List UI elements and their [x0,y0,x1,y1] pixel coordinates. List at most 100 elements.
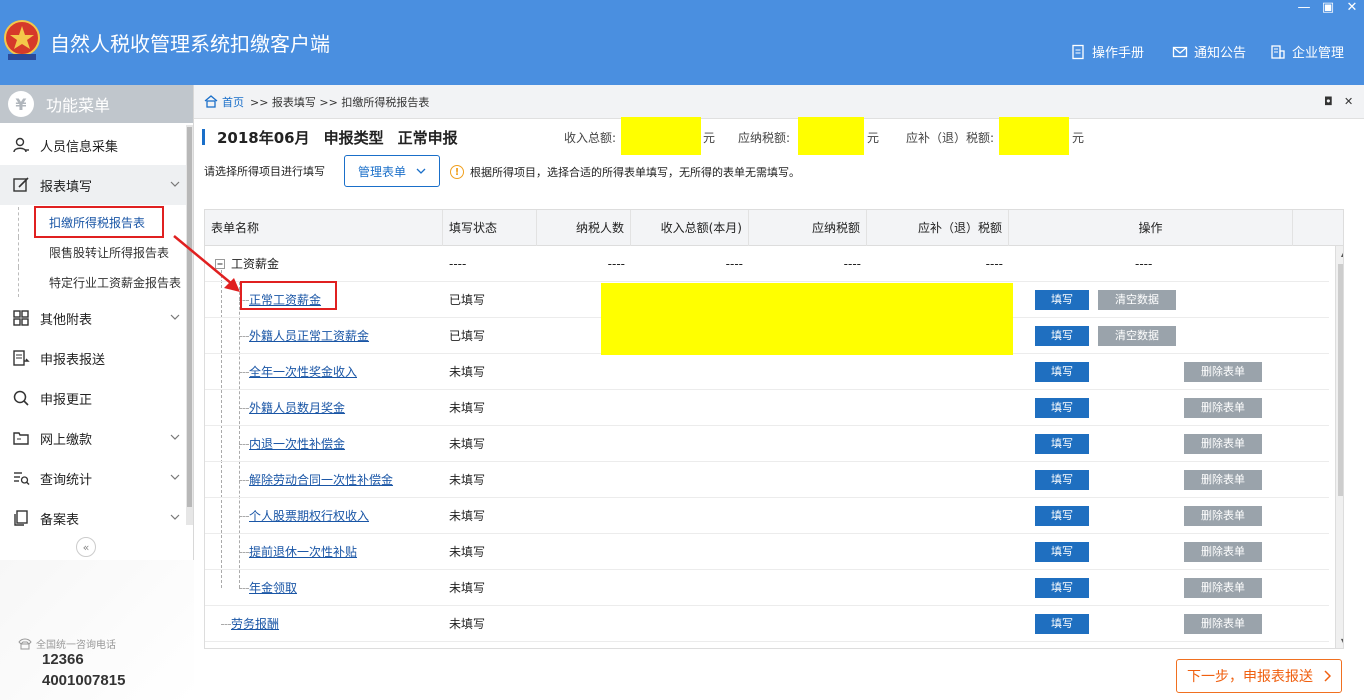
manual-link[interactable]: 操作手册 [1070,42,1144,61]
table-row[interactable]: 提前退休一次性补贴 未填写 填写 删除表单 [205,534,1329,570]
group-income: ---- [725,257,743,271]
notice-link[interactable]: 通知公告 [1172,42,1246,61]
col-header-actions: 操作 [1009,210,1293,246]
form-name-link[interactable]: 提前退休一次性补贴 [249,534,357,570]
sidebar-item-query-stats[interactable]: 查询统计 [0,458,186,498]
maximize-panel-icon[interactable]: ◘ [1324,95,1333,108]
table-row[interactable]: 年金领取 未填写 填写 删除表单 [205,570,1329,606]
table-row[interactable]: 解除劳动合同一次性补偿金 未填写 填写 删除表单 [205,462,1329,498]
chevron-down-icon [170,314,180,320]
sidebar-item-label: 申报表报送 [40,352,106,368]
fill-button[interactable]: 填写 [1035,326,1089,346]
refund-unit: 元 [1072,131,1085,145]
delete-form-button[interactable]: 删除表单 [1184,578,1262,598]
clear-data-button[interactable]: 清空数据 [1098,326,1176,346]
submit-document-icon [13,350,30,366]
table-group-row[interactable]: 工资薪金 ---- ---- ---- ---- ---- ---- [205,246,1329,282]
manual-link-label: 操作手册 [1092,46,1145,61]
chevron-right-icon [1324,670,1331,682]
sidebar-item-label: 网上缴款 [40,432,93,448]
list-search-icon [14,472,30,485]
form-name-link[interactable]: 劳务报酬 [231,606,279,642]
fill-button[interactable]: 填写 [1035,434,1089,454]
group-tax-refund: ---- [985,257,1003,271]
fill-button[interactable]: 填写 [1035,398,1089,418]
table-row[interactable]: 外籍人员数月奖金 未填写 填写 删除表单 [205,390,1329,426]
fill-button[interactable]: 填写 [1035,614,1089,634]
table-scroll-thumb[interactable] [1338,264,1343,496]
title-accent-bar [202,129,205,145]
delete-form-button[interactable]: 删除表单 [1184,434,1262,454]
form-name-link[interactable]: 年金领取 [249,570,297,606]
delete-form-button[interactable]: 删除表单 [1184,506,1262,526]
tree-connector [221,624,231,625]
tip-message: ! 根据所得项目，选择合适的所得表单填写，无所得的表单无需填写。 [450,164,800,180]
scroll-down-icon[interactable]: ▼ [1336,634,1343,648]
fill-status: 已填写 [449,329,486,343]
breadcrumb-path: >> 报表填写 >> 扣缴所得税报告表 [250,95,430,109]
table-row[interactable]: 个人股票期权行权收入 未填写 填写 删除表单 [205,498,1329,534]
delete-form-button[interactable]: 删除表单 [1184,470,1262,490]
table-row[interactable]: 劳务报酬 未填写 填写 删除表单 [205,606,1329,642]
fill-status: 未填写 [449,509,486,523]
close-panel-icon[interactable]: ✕ [1344,95,1353,108]
sidebar-item-report-fill[interactable]: 报表填写 [0,165,186,205]
phone-icon [18,638,32,649]
sidebar-item-submit[interactable]: 申报表报送 [0,338,186,378]
manage-forms-label: 管理表单 [357,164,406,179]
col-header-income: 收入总额(本月) [631,210,749,246]
table-scrollbar[interactable]: ▲ ▼ [1335,246,1343,648]
breadcrumb-home-link[interactable]: 首页 [222,94,244,110]
form-name-link[interactable]: 外籍人员正常工资薪金 [249,318,369,354]
next-submit-button[interactable]: 下一步，申报表报送 [1176,659,1342,693]
mail-icon [1172,46,1188,57]
manage-forms-button[interactable]: 管理表单 [344,155,440,187]
form-name-link[interactable]: 外籍人员数月奖金 [249,390,345,426]
fill-status: 未填写 [449,545,486,559]
fill-button[interactable]: 填写 [1035,578,1089,598]
chevron-down-icon [170,434,180,440]
chevron-down-icon [170,474,180,480]
copy-icon [14,510,28,526]
form-name-link[interactable]: 内退一次性补偿金 [249,426,345,462]
group-status: ---- [449,257,467,271]
annotation-box-sidebar [34,206,164,238]
clear-data-button[interactable]: 清空数据 [1098,290,1176,310]
collapse-sidebar-button[interactable]: « [76,537,96,557]
income-total-label: 收入总额: [564,131,617,145]
chevron-down-icon [416,168,426,174]
delete-form-button[interactable]: 删除表单 [1184,362,1262,382]
minimize-button[interactable]: — [1294,0,1314,15]
sidebar-scroll-thumb[interactable] [187,127,192,507]
delete-form-button[interactable]: 删除表单 [1184,542,1262,562]
fill-button[interactable]: 填写 [1035,470,1089,490]
report-type-value: 正常申报 [397,128,458,147]
sidebar-item-online-payment[interactable]: 网上缴款 [0,418,186,458]
tree-connector [239,516,249,517]
scroll-up-icon[interactable]: ▲ [1336,246,1343,262]
form-name-link[interactable]: 解除劳动合同一次性补偿金 [249,462,393,498]
fill-button[interactable]: 填写 [1035,506,1089,526]
table-row[interactable]: 全年一次性奖金收入 未填写 填写 删除表单 [205,354,1329,390]
sidebar-item-correction[interactable]: 申报更正 [0,378,186,418]
sidebar-item-filing[interactable]: 备案表 [0,498,186,538]
amounts-redacted [601,283,1013,355]
table-row[interactable]: 内退一次性补偿金 未填写 填写 删除表单 [205,426,1329,462]
company-link[interactable]: 企业管理 [1270,42,1344,61]
fill-button[interactable]: 填写 [1035,290,1089,310]
close-icon[interactable]: ✕ [1342,0,1362,15]
sidebar-item-other-attachments[interactable]: 其他附表 [0,298,186,338]
tax-refund-label: 应补（退）税额: [906,131,995,145]
restore-icon[interactable]: ▣ [1318,0,1338,15]
delete-form-button[interactable]: 删除表单 [1184,614,1262,634]
delete-form-button[interactable]: 删除表单 [1184,398,1262,418]
breadcrumb: 首页 >> 报表填写 >> 扣缴所得税报告表 [194,85,1364,119]
fill-button[interactable]: 填写 [1035,542,1089,562]
fill-button[interactable]: 填写 [1035,362,1089,382]
sidebar-item-personnel[interactable]: 人员信息采集 [0,125,186,165]
chevron-down-icon [170,514,180,520]
hotline-number-primary: 12366 [42,651,84,668]
form-name-link[interactable]: 全年一次性奖金收入 [249,354,357,390]
form-name-link[interactable]: 个人股票期权行权收入 [249,498,369,534]
main-panel: 首页 >> 报表填写 >> 扣缴所得税报告表 ◘ ✕ 2018年06月 申报类型… [194,85,1364,700]
